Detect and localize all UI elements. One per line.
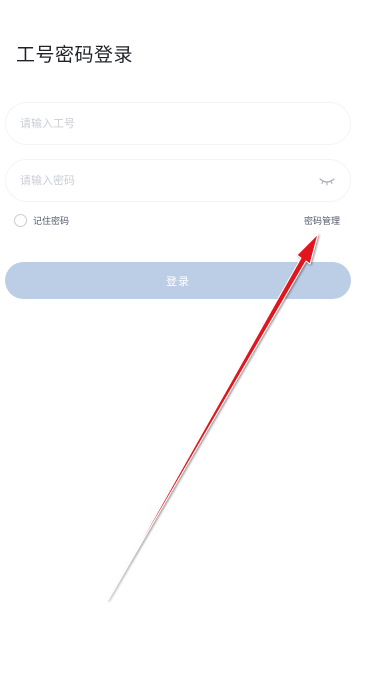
password-field[interactable] <box>5 159 351 202</box>
username-input[interactable] <box>20 117 336 130</box>
username-field[interactable] <box>5 102 351 145</box>
remember-password-label: 记住密码 <box>33 216 70 227</box>
eye-closed-icon[interactable] <box>318 175 336 187</box>
password-input[interactable] <box>20 174 318 187</box>
remember-radio[interactable] <box>14 213 27 227</box>
remember-password-toggle[interactable]: 记住密码 <box>14 213 70 227</box>
login-options-row: 记住密码 密码管理 <box>14 212 340 228</box>
login-button[interactable]: 登录 <box>5 262 351 299</box>
page-title: 工号密码登录 <box>16 44 134 66</box>
password-manage-link[interactable]: 密码管理 <box>304 214 340 227</box>
